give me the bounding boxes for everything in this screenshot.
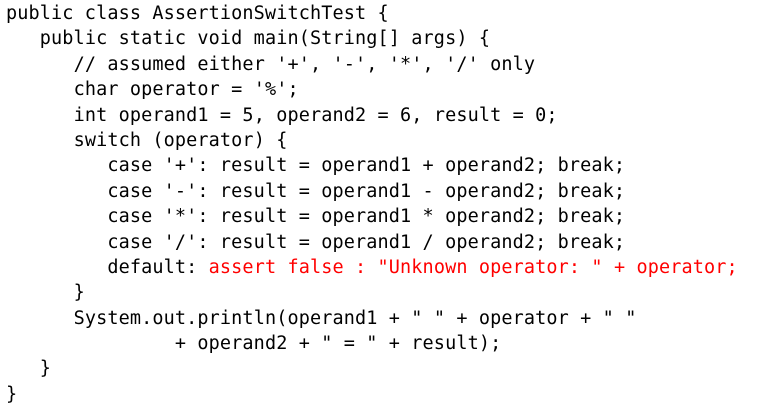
code-text: default: xyxy=(107,256,209,278)
code-text: } xyxy=(39,358,52,380)
code-text: + operand2 + " = " + result); xyxy=(174,333,502,355)
code-text: } xyxy=(73,282,85,304)
code-text: public static void main(String[] args) { xyxy=(39,28,491,50)
code-text: // assumed either '+', '-', '*', '/' onl… xyxy=(73,53,536,75)
code-text: } xyxy=(6,383,18,405)
code-highlight-assert: assert false : "Unknown operator: " + op… xyxy=(208,256,738,278)
code-line-12: } xyxy=(6,280,766,305)
code-line-7: case '+': result = operand1 + operand2; … xyxy=(6,153,766,178)
code-line-11: default: assert false : "Unknown operato… xyxy=(6,255,766,280)
code-line-15: } xyxy=(6,356,766,381)
code-text: System.out.println(operand1 + " " + oper… xyxy=(73,307,637,329)
code-text: public class AssertionSwitchTest { xyxy=(6,3,389,24)
code-line-2: public static void main(String[] args) { xyxy=(6,26,766,51)
code-text: switch (operator) { xyxy=(73,129,288,151)
code-block: public class AssertionSwitchTest { publi… xyxy=(6,1,766,413)
code-text: case '-': result = operand1 - operand2; … xyxy=(107,180,626,202)
code-text: char operator = '%'; xyxy=(73,79,299,101)
code-line-5: int operand1 = 5, operand2 = 6, result =… xyxy=(6,103,766,128)
code-text: int operand1 = 5, operand2 = 6, result =… xyxy=(73,104,558,126)
code-line-3: // assumed either '+', '-', '*', '/' onl… xyxy=(6,52,766,77)
code-line-13: System.out.println(operand1 + " " + oper… xyxy=(6,306,766,331)
code-line-9: case '*': result = operand1 * operand2; … xyxy=(6,204,766,229)
code-line-10: case '/': result = operand1 / operand2; … xyxy=(6,230,766,255)
code-text: case '*': result = operand1 * operand2; … xyxy=(107,206,626,228)
code-line-8: case '-': result = operand1 - operand2; … xyxy=(6,179,766,204)
code-text: case '+': result = operand1 + operand2; … xyxy=(107,155,626,177)
code-text: case '/': result = operand1 / operand2; … xyxy=(107,231,626,253)
code-line-16: } xyxy=(6,382,766,407)
code-line-1: public class AssertionSwitchTest { xyxy=(6,1,766,26)
code-line-4: char operator = '%'; xyxy=(6,77,766,102)
code-line-6: switch (operator) { xyxy=(6,128,766,153)
code-line-14: + operand2 + " = " + result); xyxy=(6,331,766,356)
